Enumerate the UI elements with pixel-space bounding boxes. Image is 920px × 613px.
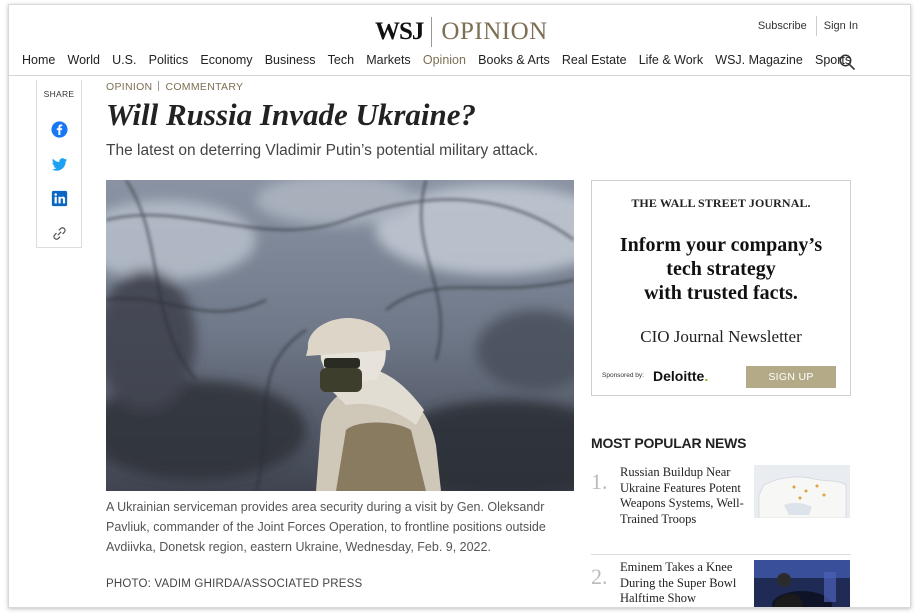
facebook-icon[interactable] (51, 121, 68, 138)
linkedin-icon[interactable] (51, 190, 68, 207)
ad-sponsored-by: Sponsored by: (602, 372, 644, 379)
deloitte-dot: . (704, 368, 709, 384)
link-icon[interactable] (51, 225, 68, 242)
twitter-icon[interactable] (51, 156, 68, 173)
logo-section: OPINION (441, 18, 548, 45)
share-rail: SHARE (36, 80, 82, 248)
subscribe-link[interactable]: Subscribe (758, 20, 807, 32)
article-photo (106, 180, 574, 491)
signup-button[interactable]: SIGN UP (746, 366, 836, 388)
kicker-section[interactable]: OPINION (106, 81, 152, 93)
deloitte-logo: Deloitte. (653, 368, 708, 384)
nav-item-business[interactable]: Business (265, 53, 316, 67)
signin-link[interactable]: Sign In (824, 20, 858, 32)
ad-headline-line: with trusted facts. (644, 282, 798, 304)
nav-item-us[interactable]: U.S. (112, 53, 136, 67)
ad-newsletter-name: CIO Journal Newsletter (640, 327, 802, 346)
advertisement[interactable]: THE WALL STREET JOURNAL. Inform your com… (591, 180, 851, 396)
deloitte-wordmark: Deloitte (653, 368, 705, 384)
nav-list: Home World U.S. Politics Economy Busines… (22, 53, 863, 67)
nav-item-markets[interactable]: Markets (366, 53, 410, 67)
map-thumbnail-image (754, 465, 850, 518)
photo-credit: PHOTO: VADIM GHIRDA/ASSOCIATED PRESS (106, 578, 363, 590)
most-popular-rank: 1. (591, 469, 608, 494)
auth-links: Subscribe Sign In (758, 16, 858, 36)
search-icon[interactable] (839, 54, 855, 70)
photo-caption: A Ukrainian serviceman provides area sec… (106, 500, 546, 554)
most-popular-rank: 2. (591, 564, 608, 589)
ad-brand: THE WALL STREET JOURNAL. (631, 196, 811, 210)
auth-divider (815, 16, 817, 36)
logo-divider (431, 17, 433, 47)
section-nav: Home World U.S. Politics Economy Busines… (9, 49, 910, 76)
most-popular-headline[interactable]: Russian Buildup Near Ukraine Features Po… (620, 465, 750, 527)
nav-item-home[interactable]: Home (22, 53, 55, 67)
halftime-thumbnail-image (754, 560, 850, 607)
article-headline: Will Russia Invade Ukraine? (106, 97, 477, 132)
nav-item-wsj-magazine[interactable]: WSJ. Magazine (715, 53, 803, 67)
logo-wsj: WSJ (375, 18, 424, 45)
share-label: SHARE (43, 89, 75, 99)
nav-item-tech[interactable]: Tech (328, 53, 354, 67)
most-popular-divider (591, 554, 851, 555)
ad-headline: Inform your company’s tech strategy with… (592, 233, 850, 305)
most-popular-thumbnail-map[interactable] (754, 465, 850, 518)
masthead: WSJ OPINION Subscribe Sign In (9, 5, 910, 49)
article-dek: The latest on deterring Vladimir Putin’s… (106, 142, 539, 159)
kicker-divider (158, 81, 160, 91)
nav-item-economy[interactable]: Economy (200, 53, 252, 67)
nav-item-world[interactable]: World (68, 53, 100, 67)
nav-item-life-work[interactable]: Life & Work (639, 53, 703, 67)
most-popular-title: MOST POPULAR NEWS (591, 435, 747, 451)
article-kicker: OPINION COMMENTARY (106, 81, 243, 93)
wsj-opinion-logo[interactable]: WSJ OPINION (375, 17, 548, 47)
nav-item-real-estate[interactable]: Real Estate (562, 53, 627, 67)
nav-item-politics[interactable]: Politics (149, 53, 189, 67)
nav-item-books-arts[interactable]: Books & Arts (478, 53, 550, 67)
kicker-category[interactable]: COMMENTARY (165, 81, 243, 93)
most-popular-thumbnail-photo[interactable] (754, 560, 850, 607)
photo-soldier-illustration (106, 180, 574, 491)
ad-headline-line: Inform your company’s (619, 234, 823, 256)
browser-page: WSJ OPINION Subscribe Sign In Home World… (8, 4, 911, 608)
ad-headline-line: tech strategy (666, 258, 776, 280)
most-popular-headline[interactable]: Eminem Takes a Knee During the Super Bow… (620, 560, 750, 607)
nav-item-opinion[interactable]: Opinion (423, 53, 466, 67)
